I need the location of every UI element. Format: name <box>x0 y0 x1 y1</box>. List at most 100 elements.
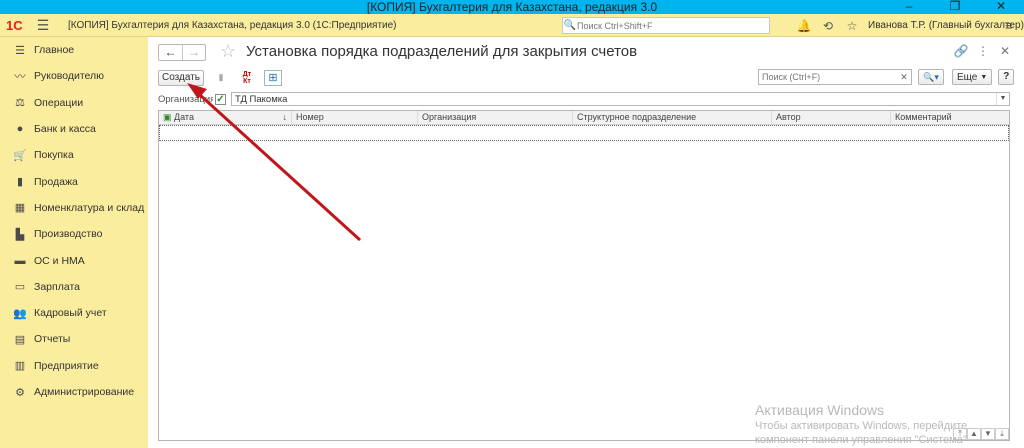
clear-icon[interactable]: ✕ <box>897 72 911 83</box>
list-search-field[interactable]: ✕ <box>758 69 912 85</box>
column-label: Дата <box>174 112 194 122</box>
favorite-star-icon[interactable]: ☆ <box>220 41 236 62</box>
report-icon: ▤ <box>14 333 26 346</box>
sidebar-item-label: Операции <box>34 96 84 109</box>
salary-icon: ▭ <box>14 281 26 294</box>
search-icon: 🔍 <box>563 20 577 31</box>
kt-label: Кт <box>243 77 251 85</box>
list-search: ✕ 🔍▾ Еще▼ ? <box>758 69 1015 85</box>
sidebar-item-hr[interactable]: 👥 Кадровый учет <box>0 300 148 326</box>
search-icon: 🔍▾ <box>923 71 939 82</box>
app-header: 1С ☰ [КОПИЯ] Бухгалтерия для Казахстана,… <box>0 14 1024 37</box>
organization-value: ТД Пакомка <box>235 93 288 105</box>
sidebar-item-enterprise[interactable]: ▥ Предприятие <box>0 353 148 379</box>
sidebar-item-sales[interactable]: ▮ Продажа <box>0 168 148 194</box>
sidebar-item-salary[interactable]: ▭ Зарплата <box>0 274 148 300</box>
forward-arrow-icon[interactable]: → <box>182 45 205 60</box>
trend-icon: 〰 <box>14 71 26 84</box>
create-button[interactable]: Создать <box>158 69 204 86</box>
column-department[interactable]: Структурное подразделение <box>573 111 772 124</box>
watermark-line1: Активация Windows <box>755 402 885 418</box>
toolbar: Создать ▮ Дт Кт ⊞ <box>158 69 282 86</box>
maximize-icon[interactable]: ❐ <box>932 0 978 14</box>
column-number[interactable]: Номер <box>292 111 418 124</box>
window-controls: – ❐ ✕ <box>886 0 1024 14</box>
sidebar-item-bank[interactable]: ● Банк и касса <box>0 116 148 142</box>
people-icon: 👥 <box>13 307 27 320</box>
chevron-down-icon[interactable]: ▼ <box>996 93 1009 105</box>
scroll-bottom-icon[interactable]: ⤓ <box>995 428 1009 440</box>
app-name: [КОПИЯ] Бухгалтерия для Казахстана, реда… <box>68 19 397 31</box>
main-content: ← → ☆ Установка порядка подразделений дл… <box>148 37 1024 448</box>
navigation-buttons: ← → <box>158 44 206 61</box>
column-organization[interactable]: Организация <box>418 111 573 124</box>
windows-activation-watermark: Активация Windows Чтобы активировать Win… <box>755 402 967 446</box>
column-label: Комментарий <box>895 112 952 122</box>
more-label: Еще <box>957 71 978 83</box>
sidebar-item-label: Продажа <box>34 175 78 188</box>
more-button[interactable]: Еще ▼ <box>952 69 993 85</box>
close-icon[interactable]: ✕ <box>978 0 1024 14</box>
history-icon[interactable]: ⟲ <box>816 19 840 33</box>
sort-down-icon: ↓ <box>282 112 288 122</box>
gear-icon: ⚙ <box>15 386 25 399</box>
list-search-input[interactable] <box>759 72 897 82</box>
more-actions-icon[interactable]: ⋮ <box>972 44 994 58</box>
operations-icon: ⚖ <box>15 97 25 110</box>
sidebar-item-admin[interactable]: ⚙ Администрирование <box>0 379 148 405</box>
organization-label: Организация: <box>158 93 213 105</box>
help-button[interactable]: ? <box>998 69 1015 85</box>
column-date[interactable]: ▣ Дата ↓ <box>159 111 292 124</box>
scroll-down-icon[interactable]: ▼ <box>981 428 995 440</box>
dt-kt-icon[interactable]: Дт Кт <box>238 70 256 86</box>
global-search-box[interactable]: 🔍 <box>562 17 770 34</box>
watermark-line2: Чтобы активировать Windows, перейдите <box>755 420 968 432</box>
table-row-empty[interactable] <box>159 125 1009 141</box>
current-user[interactable]: Иванова Т.Р. (Главный бухгалтер) <box>868 14 1024 37</box>
bank-icon: ● <box>16 123 24 136</box>
sidebar-item-reports[interactable]: ▤ Отчеты <box>0 326 148 352</box>
organization-checkbox[interactable]: ✓ <box>215 93 226 105</box>
chevron-down-icon: ▼ <box>980 73 988 81</box>
sidebar-item-label: Производство <box>34 228 103 241</box>
notifications-bell-icon[interactable]: 🔔 <box>792 19 816 33</box>
cart-icon: 🛒 <box>13 149 27 162</box>
sidebar-item-label: Предприятие <box>34 359 99 372</box>
sidebar-item-manager[interactable]: 〰 Руководителю <box>0 63 148 89</box>
sidebar-item-label: Номенклатура и склад <box>34 201 145 214</box>
copy-icon[interactable]: ▮ <box>212 70 230 86</box>
column-label: Структурное подразделение <box>577 112 697 122</box>
window-title: [КОПИЯ] Бухгалтерия для Казахстана, реда… <box>366 0 658 14</box>
watermark-line3: компонент панели управления "Система" <box>755 434 967 446</box>
sidebar-item-operations[interactable]: ⚖ Операции <box>0 90 148 116</box>
favorites-star-icon[interactable]: ☆ <box>840 19 864 33</box>
structure-icon[interactable]: ⊞ <box>264 69 282 86</box>
column-author[interactable]: Автор <box>772 111 891 124</box>
enterprise-icon: ▥ <box>14 360 26 373</box>
sidebar-item-production[interactable]: ▙ Производство <box>0 221 148 247</box>
header-actions: 🔔 ⟲ ☆ <box>792 14 864 37</box>
sidebar-item-label: Зарплата <box>34 280 80 293</box>
menu-icon: ☰ <box>15 44 25 57</box>
scroll-up-icon[interactable]: ▲ <box>967 428 981 440</box>
global-search-input[interactable] <box>577 20 762 31</box>
sidebar-item-nomenclature[interactable]: ▦ Номенклатура и склад <box>0 195 148 221</box>
search-button[interactable]: 🔍▾ <box>918 69 944 85</box>
app-logo: 1С <box>6 17 23 33</box>
minimize-icon[interactable]: – <box>886 0 932 14</box>
link-icon[interactable]: 🔗 <box>950 44 972 58</box>
truck-icon: ▬ <box>14 254 26 267</box>
dt-label: Дт <box>242 70 252 78</box>
sidebar-item-main[interactable]: ☰ Главное <box>0 37 148 63</box>
user-menu-icon[interactable]: ≡ <box>1005 14 1013 37</box>
close-form-icon[interactable]: ✕ <box>994 44 1016 58</box>
sidebar-item-label: Покупка <box>34 149 74 162</box>
warehouse-icon: ▦ <box>14 202 26 215</box>
sidebar-item-assets[interactable]: ▬ ОС и НМА <box>0 247 148 273</box>
organization-field[interactable]: ТД Пакомка ▼ <box>231 92 1010 106</box>
back-arrow-icon[interactable]: ← <box>159 45 182 60</box>
sidebar-item-purchase[interactable]: 🛒 Покупка <box>0 142 148 168</box>
column-comment[interactable]: Комментарий <box>891 111 1009 124</box>
sidebar-item-label: Отчеты <box>34 333 71 346</box>
hamburger-menu-icon[interactable]: ☰ <box>32 17 54 34</box>
